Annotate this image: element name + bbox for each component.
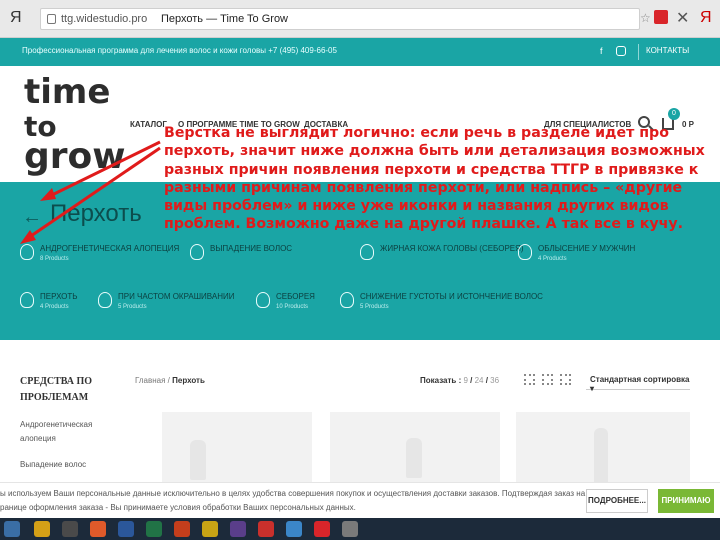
yandex-logo-icon[interactable]: Я: [10, 9, 22, 27]
show-count: Показать : 9 / 24 / 36: [420, 376, 500, 385]
app-icon[interactable]: [342, 521, 358, 537]
page-title: Перхоть: [50, 200, 142, 227]
show-label: Показать :: [420, 376, 462, 385]
grid-4-icon[interactable]: [560, 374, 571, 385]
top-info-bar: Профессиональная программа для лечения в…: [0, 38, 720, 66]
back-arrow-icon[interactable]: ←: [22, 206, 42, 229]
app-icon[interactable]: [258, 521, 274, 537]
site-logo[interactable]: time to grow: [24, 70, 126, 177]
category-name[interactable]: ОБЛЫСЕНИЕ У МУЖЧИН: [538, 244, 635, 253]
cart-count-badge: 0: [668, 108, 680, 120]
product-image: [594, 428, 608, 484]
app-icon[interactable]: [62, 521, 78, 537]
category-count: 4 Products: [40, 304, 69, 310]
head-icon: [256, 292, 270, 308]
app-icon[interactable]: [286, 521, 302, 537]
contacts-link[interactable]: КОНТАКТЫ: [646, 46, 689, 55]
sidebar-title: СРЕДСТВА ПО ПРОБЛЕМАМ: [20, 376, 93, 403]
app-icon[interactable]: [230, 521, 246, 537]
category-name[interactable]: СЕБОРЕЯ: [276, 292, 315, 301]
category-count: 10 Products: [276, 304, 309, 310]
head-icon: [20, 292, 34, 308]
category-name[interactable]: СНИЖЕНИЕ ГУСТОТЫ И ИСТОНЧЕНИЕ ВОЛОС: [360, 292, 543, 301]
browser-app-icon[interactable]: [90, 521, 106, 537]
divider: [638, 44, 639, 60]
nav-catalog[interactable]: КАТАЛОГ: [130, 120, 167, 129]
show-36[interactable]: 36: [490, 376, 499, 385]
explorer-icon[interactable]: [34, 521, 50, 537]
yandex-taskbar-icon[interactable]: [314, 521, 330, 537]
head-icon: [340, 292, 354, 308]
page-title-text: Перхоть — Time To Grow: [161, 13, 288, 25]
browser-toolbar: Я ttg.widestudio.pro Перхоть — Time To G…: [0, 0, 720, 38]
cookie-text-1: ы используем Ваши персональные данные ис…: [0, 489, 586, 498]
category-name[interactable]: АНДРОГЕНЕТИЧЕСКАЯ АЛОПЕЦИЯ: [40, 244, 179, 253]
breadcrumb-home[interactable]: Главная: [135, 376, 165, 385]
more-button[interactable]: ПОДРОБНЕЕ...: [586, 489, 648, 513]
sort-value: Стандартная сортировка: [590, 375, 690, 384]
excel-icon[interactable]: [146, 521, 162, 537]
product-card[interactable]: [516, 412, 690, 492]
category-name[interactable]: ВЫПАДЕНИЕ ВОЛОС: [210, 244, 292, 253]
category-name[interactable]: ПРИ ЧАСТОМ ОКРАШИВАНИИ: [118, 292, 234, 301]
url-text[interactable]: ttg.widestudio.pro: [61, 13, 147, 25]
word-icon[interactable]: [118, 521, 134, 537]
category-count: 8 Products: [40, 256, 69, 262]
sidebar-item[interactable]: Выпадение волос: [20, 458, 120, 472]
product-image: [406, 438, 422, 478]
close-icon[interactable]: ✕: [676, 8, 689, 28]
grid-3-icon[interactable]: [542, 374, 553, 385]
extension-icon[interactable]: [654, 10, 668, 24]
product-card[interactable]: [162, 412, 312, 492]
head-icon: [190, 244, 204, 260]
logo-line-3: grow: [24, 136, 126, 177]
powerpoint-icon[interactable]: [174, 521, 190, 537]
breadcrumb: Главная / Перхоть: [135, 376, 205, 385]
head-icon: [360, 244, 374, 260]
show-9[interactable]: 9: [463, 376, 467, 385]
start-icon[interactable]: [4, 521, 20, 537]
instagram-icon[interactable]: [616, 46, 626, 56]
app-icon[interactable]: [202, 521, 218, 537]
head-icon: [518, 244, 532, 260]
yandex-browser-icon[interactable]: Я: [700, 9, 712, 27]
cookie-text-2: ранице оформления заказа - Вы принимаете…: [0, 503, 356, 512]
category-count: 5 Products: [118, 304, 147, 310]
logo-line-1: time: [24, 72, 111, 112]
show-24[interactable]: 24: [475, 376, 484, 385]
breadcrumb-current: Перхоть: [172, 376, 205, 385]
lock-icon: [47, 14, 56, 24]
product-card[interactable]: [330, 412, 500, 492]
category-name[interactable]: ЖИРНАЯ КОЖА ГОЛОВЫ (СЕБОРЕЯ): [380, 244, 524, 253]
category-count: 5 Products: [360, 304, 389, 310]
facebook-icon[interactable]: f: [600, 46, 610, 56]
star-icon[interactable]: ☆: [640, 11, 651, 25]
grid-2-icon[interactable]: [524, 374, 535, 385]
sort-select[interactable]: Стандартная сортировка ▾: [586, 370, 690, 393]
promo-text: Профессиональная программа для лечения в…: [22, 46, 337, 55]
os-taskbar: [0, 518, 720, 540]
annotation-text: Верстка не выглядит логично: если речь в…: [164, 125, 705, 233]
address-bar[interactable]: ttg.widestudio.pro Перхоть — Time To Gro…: [40, 8, 640, 30]
head-icon: [20, 244, 34, 260]
category-name[interactable]: ПЕРХОТЬ: [40, 292, 78, 301]
product-image: [190, 440, 206, 480]
cookie-banner: ы используем Ваши персональные данные ис…: [0, 482, 720, 518]
sidebar-item[interactable]: Андрогенетическая алопеция: [20, 418, 120, 446]
accept-button[interactable]: ПРИНИМАЮ: [658, 489, 714, 513]
head-icon: [98, 292, 112, 308]
category-count: 4 Products: [538, 256, 567, 262]
